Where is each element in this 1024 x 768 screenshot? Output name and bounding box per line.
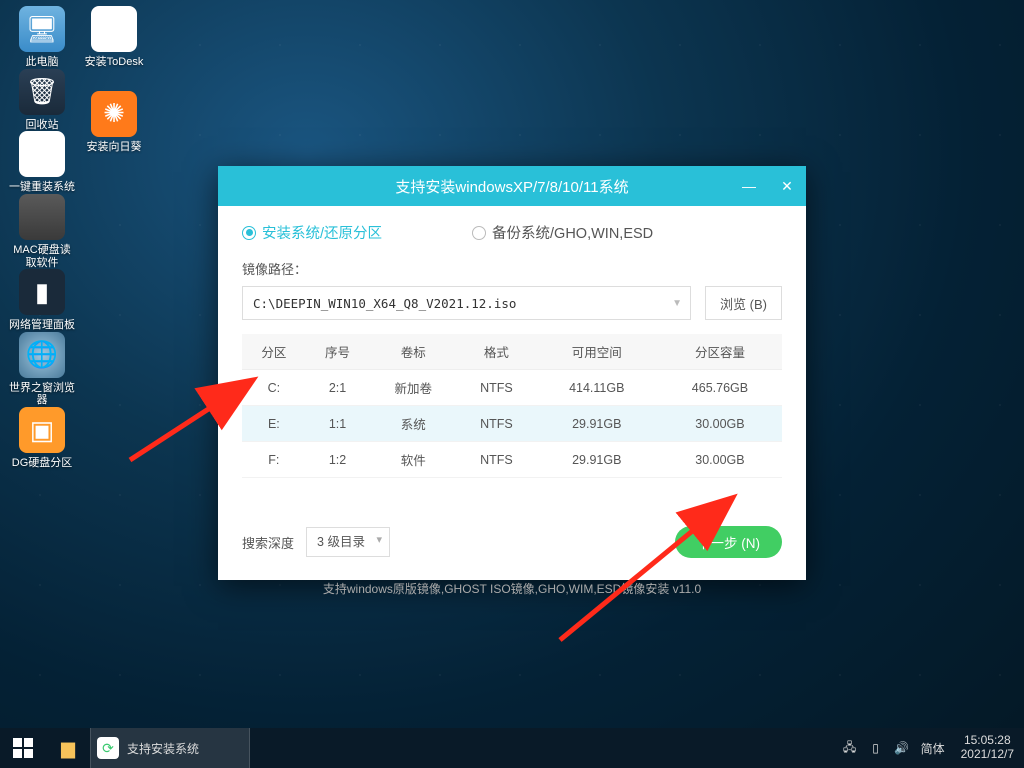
tray-network-icon[interactable]: 🖧 xyxy=(837,738,863,759)
app-icon: 🗑 xyxy=(19,69,65,115)
table-row[interactable]: E:1:1系统NTFS29.91GB30.00GB xyxy=(242,406,782,442)
app-icon xyxy=(19,194,65,240)
app-icon: 🖥 xyxy=(19,6,65,52)
app-icon: ⟳ xyxy=(19,131,65,177)
desktop-icon-回收站[interactable]: 🗑回收站 xyxy=(8,69,76,132)
radio-icon xyxy=(242,226,256,240)
desktop-icon-安装ToDesk[interactable]: ◪安装ToDesk xyxy=(80,6,148,69)
minimize-button[interactable]: — xyxy=(730,166,768,206)
start-button[interactable] xyxy=(0,728,46,768)
app-icon: ✺ xyxy=(91,91,137,137)
tray-location-icon[interactable]: ▯ xyxy=(863,741,889,755)
file-explorer-icon[interactable]: ▆ xyxy=(46,728,90,768)
app-icon: ◪ xyxy=(91,6,137,52)
window-title: 支持安装windowsXP/7/8/10/11系统 xyxy=(395,176,628,197)
titlebar: 支持安装windowsXP/7/8/10/11系统 — ✕ xyxy=(218,166,806,206)
ime-indicator[interactable]: 简体 xyxy=(921,740,945,757)
next-button[interactable]: 下一步 (N) xyxy=(675,526,782,558)
taskbar: ▆ ⟳ 支持安装系统 🖧 ▯ 🔊 简体 15:05:28 2021/12/7 xyxy=(0,728,1024,768)
image-path-dropdown[interactable]: C:\DEEPIN_WIN10_X64_Q8_V2021.12.iso ▼ xyxy=(242,286,691,320)
desktop-icon-世界之窗浏览器[interactable]: 🌐世界之窗浏览器 xyxy=(8,332,76,407)
image-path-label: 镜像路径： xyxy=(242,259,782,278)
app-icon: ▣ xyxy=(19,407,65,453)
desktop-icon-一键重装系统[interactable]: ⟳一键重装系统 xyxy=(8,131,76,194)
table-row[interactable]: C:2:1新加卷NTFS414.11GB465.76GB xyxy=(242,370,782,406)
desktop-icon-MAC硬盘读取软件[interactable]: MAC硬盘读取软件 xyxy=(8,194,76,269)
search-depth-select[interactable]: 3 级目录 xyxy=(306,527,390,557)
app-icon: ▮ xyxy=(19,269,65,315)
task-icon: ⟳ xyxy=(97,737,119,759)
footer-tip: 支持windows原版镜像,GHOST ISO镜像,GHO,WIM,ESD镜像安… xyxy=(242,580,782,597)
desktop-icon-此电脑[interactable]: 🖥此电脑 xyxy=(8,6,76,69)
app-icon: 🌐 xyxy=(19,332,65,378)
chevron-down-icon[interactable]: ▼ xyxy=(672,298,682,309)
tray-volume-icon[interactable]: 🔊 xyxy=(889,741,915,755)
desktop-icon-安装向日葵[interactable]: ✺安装向日葵 xyxy=(80,91,148,154)
radio-install-restore[interactable]: 安装系统/还原分区 xyxy=(242,222,382,243)
clock[interactable]: 15:05:28 2021/12/7 xyxy=(951,734,1024,762)
installer-window: 支持安装windowsXP/7/8/10/11系统 — ✕ 安装系统/还原分区 … xyxy=(218,166,806,580)
desktop-icon-DG硬盘分区[interactable]: ▣DG硬盘分区 xyxy=(8,407,76,470)
radio-icon xyxy=(472,226,486,240)
browse-button[interactable]: 浏览 (B) xyxy=(705,286,782,320)
table-row[interactable]: F:1:2软件NTFS29.91GB30.00GB xyxy=(242,442,782,478)
desktop-icon-网络管理面板[interactable]: ▮网络管理面板 xyxy=(8,269,76,332)
search-depth-label: 搜索深度 xyxy=(242,533,294,552)
close-button[interactable]: ✕ xyxy=(768,166,806,206)
radio-backup[interactable]: 备份系统/GHO,WIN,ESD xyxy=(472,222,653,243)
partition-table: 分区 序号 卷标 格式 可用空间 分区容量 C:2:1新加卷NTFS414.11… xyxy=(242,334,782,478)
taskbar-task-installer[interactable]: ⟳ 支持安装系统 xyxy=(90,728,250,768)
